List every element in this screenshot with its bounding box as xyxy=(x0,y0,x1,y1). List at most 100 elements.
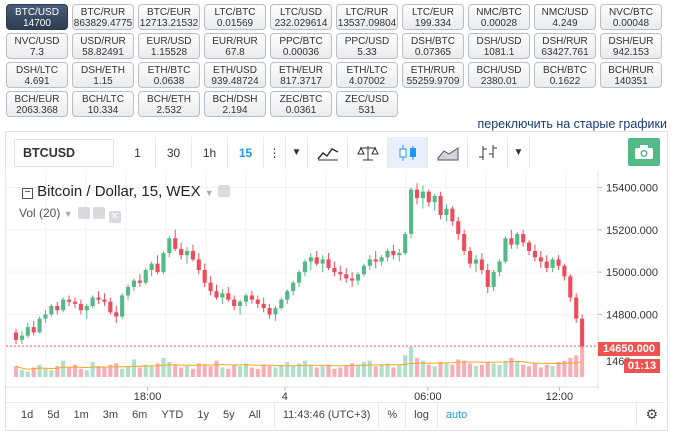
range-all[interactable]: All xyxy=(242,403,268,427)
pair-button-ltc-btc[interactable]: LTC/BTC 0.01569 xyxy=(204,4,266,30)
pair-button-eth-btc[interactable]: ETH/BTC 0.0638 xyxy=(138,62,200,88)
range-1d[interactable]: 1d xyxy=(14,403,40,427)
range-ytd[interactable]: YTD xyxy=(154,403,190,427)
series-settings-chevron-icon[interactable]: ▼ xyxy=(205,188,214,198)
pair-button-bch-btc[interactable]: BCH/BTC 0.1622 xyxy=(534,62,596,88)
chart-legend: − Bitcoin / Dollar, 15, WEX ▼ xyxy=(22,183,230,200)
pair-button-dsh-eur[interactable]: DSH/EUR 942.153 xyxy=(600,33,662,59)
candle-body xyxy=(196,259,201,270)
candle-body xyxy=(308,257,313,262)
auto-scale-toggle[interactable]: auto xyxy=(436,402,475,427)
pair-price: 5.33 xyxy=(357,47,377,58)
range-5d[interactable]: 5d xyxy=(40,403,66,427)
pair-button-bch-eth[interactable]: BCH/ETH 2.532 xyxy=(138,91,200,117)
indicators-button[interactable] xyxy=(308,137,348,168)
range-6m[interactable]: 6m xyxy=(125,403,154,427)
pair-button-ltc-rur[interactable]: LTC/RUR 13537.09804 xyxy=(336,4,398,30)
volume-bar xyxy=(220,367,225,377)
pair-button-bch-eur[interactable]: BCH/EUR 2063.368 xyxy=(6,91,68,117)
volume-bar xyxy=(149,366,154,377)
more-intervals-dots-icon[interactable]: ⋮ xyxy=(264,137,286,168)
bars-style-button[interactable] xyxy=(468,137,508,168)
chart-style-chevron-icon[interactable]: ▼ xyxy=(508,137,530,168)
pair-name: BTC/RUR xyxy=(80,7,126,18)
volume-remove-icon[interactable]: ✕ xyxy=(108,211,121,223)
candle-body xyxy=(267,308,272,315)
volume-bar xyxy=(202,364,207,377)
pair-button-bch-usd[interactable]: BCH/USD 2380.01 xyxy=(468,62,530,88)
volume-legend: Vol (20) ▼ ✕ xyxy=(19,206,121,223)
pair-button-dsh-btc[interactable]: DSH/BTC 0.07365 xyxy=(402,33,464,59)
chart-settings-gear-icon[interactable]: ⚙ xyxy=(636,402,666,427)
pair-button-ltc-usd[interactable]: LTC/USD 232.029614 xyxy=(270,4,332,30)
compare-button[interactable] xyxy=(348,137,388,168)
volume-bar xyxy=(391,367,396,377)
candles-style-button[interactable] xyxy=(388,137,428,168)
candle-body xyxy=(355,274,361,281)
pair-name: BCH/EUR xyxy=(14,94,60,105)
pair-button-eth-usd[interactable]: ETH/USD 939.48724 xyxy=(204,62,266,88)
volume-bar xyxy=(214,360,219,377)
pair-button-eur-rur[interactable]: EUR/RUR 67.8 xyxy=(204,33,266,59)
pair-button-nmc-usd[interactable]: NMC/USD 4.249 xyxy=(534,4,596,30)
candle-body xyxy=(31,327,36,333)
pair-button-eth-ltc[interactable]: ETH/LTC 4.07002 xyxy=(336,62,398,88)
collapse-legend-icon[interactable]: − xyxy=(22,188,33,199)
range-5y[interactable]: 5y xyxy=(216,403,242,427)
pair-name: ZEC/USD xyxy=(345,94,389,105)
volume-bar xyxy=(491,363,496,377)
candle-body xyxy=(173,238,178,249)
pair-name: BTC/EUR xyxy=(147,7,191,18)
volume-settings-icon[interactable] xyxy=(93,207,106,219)
symbol-search-input[interactable]: BTCUSD xyxy=(14,138,114,167)
volume-bar xyxy=(120,368,125,377)
range-3m[interactable]: 3m xyxy=(96,403,125,427)
range-1m[interactable]: 1m xyxy=(67,403,96,427)
pair-name: BCH/LTC xyxy=(81,94,125,105)
pair-button-ppc-btc[interactable]: PPC/BTC 0.00036 xyxy=(270,33,332,59)
interval-15[interactable]: 15 xyxy=(228,137,264,168)
pair-button-ltc-eur[interactable]: LTC/EUR 199.334 xyxy=(402,4,464,30)
range-1y[interactable]: 1y xyxy=(190,403,216,427)
line-style-button[interactable] xyxy=(428,137,468,168)
log-scale-toggle[interactable]: log xyxy=(405,402,437,427)
candle-body xyxy=(161,253,166,273)
snapshot-button[interactable] xyxy=(628,138,660,166)
switch-to-old-charts-link[interactable]: переключить на старые графики xyxy=(478,117,668,131)
pair-button-eth-eur[interactable]: ETH/EUR 817.3717 xyxy=(270,62,332,88)
volume-eye-icon[interactable] xyxy=(77,207,90,219)
candle-body xyxy=(521,234,526,243)
pair-button-bch-rur[interactable]: BCH/RUR 140351 xyxy=(600,62,662,88)
pair-button-bch-dsh[interactable]: BCH/DSH 2.194 xyxy=(204,91,266,117)
series-eye-icon[interactable] xyxy=(217,185,230,197)
pair-button-btc-usd[interactable]: BTC/USD 14700 xyxy=(6,4,68,30)
pair-button-zec-usd[interactable]: ZEC/USD 531 xyxy=(336,91,398,117)
price-tick-label: 15200.000 xyxy=(606,225,658,237)
percent-scale-toggle[interactable]: % xyxy=(378,402,405,427)
pair-button-eth-rur[interactable]: ETH/RUR 55259.9709 xyxy=(402,62,464,88)
volume-chevron-icon[interactable]: ▼ xyxy=(64,209,73,219)
pair-price: 4.249 xyxy=(552,18,578,29)
pair-button-bch-ltc[interactable]: BCH/LTC 10.334 xyxy=(72,91,134,117)
pair-button-dsh-rur[interactable]: DSH/RUR 63427.761 xyxy=(534,33,596,59)
volume-bar xyxy=(509,357,514,377)
candle-body xyxy=(67,299,72,302)
pair-button-nmc-btc[interactable]: NMC/BTC 0.00028 xyxy=(468,4,530,30)
interval-30[interactable]: 30 xyxy=(156,137,192,168)
pair-button-nvc-btc[interactable]: NVC/BTC 0.00048 xyxy=(600,4,662,30)
interval-dropdown-chevron-icon[interactable]: ▼ xyxy=(286,137,308,168)
pair-name: ETH/RUR xyxy=(410,65,456,76)
pair-button-dsh-eth[interactable]: DSH/ETH 1.15 xyxy=(72,62,134,88)
pair-button-dsh-ltc[interactable]: DSH/LTC 4.691 xyxy=(6,62,68,88)
pair-button-ppc-usd[interactable]: PPC/USD 5.33 xyxy=(336,33,398,59)
candle-body xyxy=(526,242,532,251)
pair-button-nvc-usd[interactable]: NVC/USD 7.3 xyxy=(6,33,68,59)
interval-1h[interactable]: 1h xyxy=(192,137,228,168)
pair-button-eur-usd[interactable]: EUR/USD 1.15528 xyxy=(138,33,200,59)
pair-button-zec-btc[interactable]: ZEC/BTC 0.0361 xyxy=(270,91,332,117)
pair-button-btc-eur[interactable]: BTC/EUR 12713.21532 xyxy=(138,4,200,30)
pair-button-dsh-usd[interactable]: DSH/USD 1081.1 xyxy=(468,33,530,59)
interval-1[interactable]: 1 xyxy=(120,137,156,168)
pair-button-usd-rur[interactable]: USD/RUR 58.82491 xyxy=(72,33,134,59)
pair-button-btc-rur[interactable]: BTC/RUR 863829.4775 xyxy=(72,4,134,30)
